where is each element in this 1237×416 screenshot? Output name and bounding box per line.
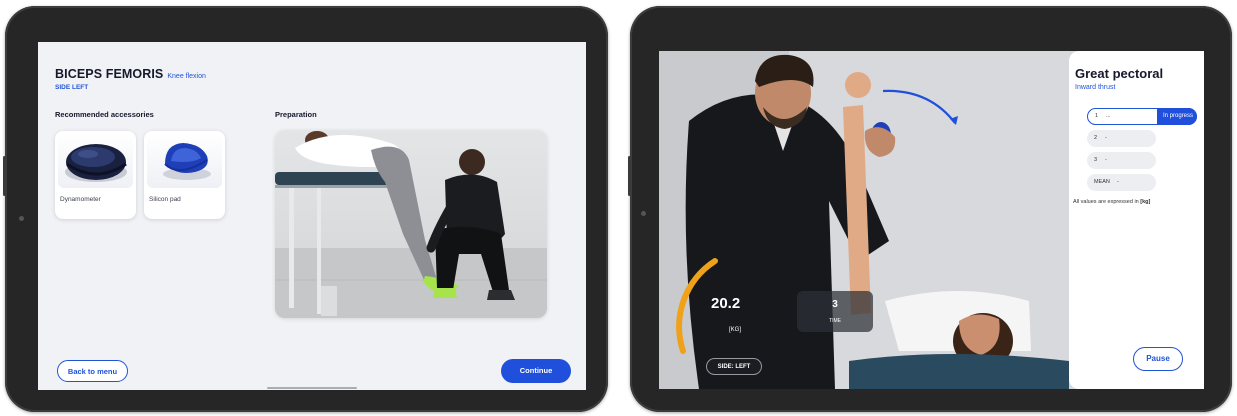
rep-number: 3 [1094, 157, 1098, 163]
rep-status-badge: In progress [1156, 108, 1197, 125]
exercise-title: BICEPS FEMORIS Knee flexion [55, 67, 206, 81]
silicon-pad-icon [163, 143, 211, 180]
side-badge: SIDE: LEFT [706, 358, 762, 375]
units-note: All values are expressed in [kg] [1073, 199, 1151, 205]
rep-value: - [1105, 135, 1107, 141]
rep-value: - [1105, 157, 1107, 163]
repetition-label: TIME [829, 318, 841, 324]
exercise-subtitle: Inward thrust [1075, 84, 1116, 91]
tablet-right: 20.2 [KG] 3 TIME SIDE: LEFT Great pector… [628, 6, 1232, 412]
dynamometer-icon [65, 144, 127, 182]
accessory-label: Silicon pad [149, 196, 181, 203]
dynamometer-image [58, 134, 133, 188]
volume-button [628, 156, 631, 196]
rep-number: 1 [1095, 113, 1099, 119]
silicon-pad-image [147, 134, 222, 188]
accessories-heading: Recommended accessories [55, 110, 154, 119]
force-value: 20.2 [711, 295, 741, 312]
accessory-card-dynamometer[interactable]: Dynamometer [55, 131, 136, 219]
pause-button[interactable]: Pause [1133, 347, 1183, 371]
front-camera [19, 216, 24, 221]
rep-row-3[interactable]: 3 - [1087, 152, 1156, 169]
rep-row-1[interactable]: 1 ... In progress [1087, 108, 1197, 125]
mean-row: MEAN - [1087, 174, 1156, 191]
rep-row-2[interactable]: 2 - [1087, 130, 1156, 147]
rep-number: 2 [1094, 135, 1098, 141]
force-unit: [KG] [729, 327, 742, 333]
continue-button[interactable]: Continue [501, 359, 571, 383]
mean-value: - [1117, 179, 1119, 185]
rep-value: ... [1106, 113, 1111, 119]
volume-button [3, 156, 6, 196]
front-camera [641, 211, 646, 216]
exercise-video: 20.2 [KG] 3 TIME SIDE: LEFT [659, 51, 1069, 389]
mean-label: MEAN [1094, 179, 1110, 185]
back-to-menu-button[interactable]: Back to menu [57, 360, 128, 382]
exercise-title: Great pectoral [1075, 66, 1164, 81]
preparation-illustration [275, 131, 547, 318]
units-value: [kg] [1140, 199, 1151, 205]
side-label: SIDE LEFT [55, 84, 89, 91]
accessory-card-silicon-pad[interactable]: Silicon pad [144, 131, 225, 219]
preparation-photo [275, 130, 547, 318]
exercise-screen: 20.2 [KG] 3 TIME SIDE: LEFT Great pector… [659, 51, 1204, 389]
accessories-screen: BICEPS FEMORIS Knee flexion SIDE LEFT Rec… [38, 42, 586, 390]
accessory-label: Dynamometer [60, 196, 101, 203]
tablet-left: BICEPS FEMORIS Knee flexion SIDE LEFT Rec… [3, 6, 608, 412]
repetition-count: 3 [832, 299, 838, 310]
repetition-counter: 3 TIME [797, 291, 873, 332]
preparation-heading: Preparation [275, 110, 317, 119]
results-panel: Great pectoral Inward thrust 1 ... In pr… [1069, 51, 1204, 389]
exercise-subtitle: Knee flexion [167, 73, 206, 80]
exercise-illustration [659, 51, 1069, 389]
home-indicator[interactable] [267, 387, 357, 389]
